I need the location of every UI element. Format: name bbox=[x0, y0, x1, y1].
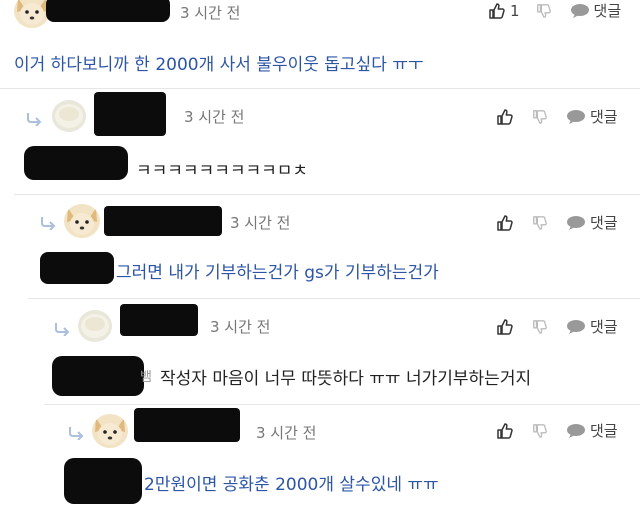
reply-arrow-icon bbox=[69, 427, 84, 440]
redacted-username bbox=[120, 304, 198, 336]
timestamp: 3 시간 전 bbox=[210, 318, 271, 336]
dislike-button[interactable] bbox=[532, 423, 548, 439]
timestamp: 3 시간 전 bbox=[256, 424, 317, 442]
dog-avatar-icon bbox=[95, 418, 125, 445]
comment-text: 이거 하다보니까 한 2000개 사서 불우이웃 돕고싶다 ㅠㅜ bbox=[14, 55, 424, 75]
like-button[interactable] bbox=[496, 318, 514, 336]
speech-bubble-icon bbox=[567, 109, 585, 124]
dog-avatar-icon bbox=[17, 0, 47, 25]
like-button[interactable] bbox=[496, 108, 514, 126]
thumbs-down-icon bbox=[533, 109, 547, 124]
thumbs-up-icon bbox=[497, 318, 513, 335]
comment-5: 3 시간 전 댓글 2만원이면 공화춘 2000개 살수있네 ㅠㅠ bbox=[0, 406, 640, 506]
mention-fragment: 뱀 bbox=[140, 370, 152, 385]
dislike-button[interactable] bbox=[536, 3, 552, 19]
redacted-mention bbox=[24, 146, 128, 180]
like-count: 1 bbox=[510, 1, 520, 20]
like-button[interactable] bbox=[496, 422, 514, 440]
reply-button[interactable]: 댓글 bbox=[566, 420, 618, 441]
redacted-mention bbox=[40, 252, 114, 284]
reply-label: 댓글 bbox=[590, 422, 618, 440]
reply-button[interactable]: 댓글 bbox=[566, 106, 618, 127]
rice-cake-avatar-icon bbox=[55, 104, 83, 128]
avatar[interactable] bbox=[14, 0, 50, 28]
avatar[interactable] bbox=[92, 414, 128, 448]
dislike-button[interactable] bbox=[532, 215, 548, 231]
reply-arrow-icon bbox=[55, 323, 70, 336]
reply-button[interactable]: 댓글 bbox=[566, 212, 618, 233]
speech-bubble-icon bbox=[567, 319, 585, 334]
speech-bubble-icon bbox=[567, 215, 585, 230]
like-button[interactable] bbox=[496, 214, 514, 232]
avatar[interactable] bbox=[78, 310, 112, 342]
thumbs-up-icon bbox=[497, 108, 513, 125]
reply-arrow-icon bbox=[41, 217, 56, 230]
thumbs-down-icon bbox=[536, 3, 551, 18]
timestamp: 3 시간 전 bbox=[180, 4, 241, 22]
comment-text: ㅋㅋㅋㅋㅋㅋㅋㅋㅋㅁㅊ bbox=[136, 161, 309, 181]
avatar[interactable] bbox=[52, 100, 86, 132]
comment-1: 3 시간 전 1 댓글 이거 하다보니까 한 2000개 사서 불우이웃 돕고싶… bbox=[0, 0, 640, 90]
reply-label: 댓글 bbox=[593, 2, 622, 20]
redacted-mention bbox=[52, 356, 144, 396]
comment-3: 3 시간 전 댓글 그러면 내가 기부하는건가 gs가 기부하는건가 bbox=[0, 196, 640, 298]
comment-text: 작성자 마음이 너무 따뜻하다 ㅠㅠ 너가기부하는거지 bbox=[160, 369, 532, 389]
thumbs-up-icon bbox=[497, 422, 513, 439]
dog-avatar-icon bbox=[67, 208, 97, 235]
redacted-username bbox=[134, 408, 240, 442]
comment-actions: 댓글 bbox=[496, 316, 618, 337]
avatar[interactable] bbox=[64, 204, 100, 238]
redacted-username bbox=[46, 0, 170, 22]
speech-bubble-icon bbox=[567, 423, 585, 438]
redacted-mention bbox=[64, 458, 142, 504]
comment-actions: 댓글 bbox=[496, 420, 618, 441]
comment-text: 2만원이면 공화춘 2000개 살수있네 ㅠㅠ bbox=[144, 475, 439, 495]
thumbs-down-icon bbox=[533, 215, 547, 230]
thumbs-up-icon bbox=[497, 214, 513, 231]
dislike-button[interactable] bbox=[532, 109, 548, 125]
thumbs-up-icon bbox=[489, 2, 505, 19]
divider bbox=[14, 194, 640, 195]
redacted-username bbox=[104, 206, 222, 236]
rice-cake-avatar-icon bbox=[81, 314, 109, 338]
reply-arrow-icon bbox=[27, 113, 42, 126]
thumbs-down-icon bbox=[533, 319, 547, 334]
divider bbox=[0, 88, 640, 89]
comment-actions: 1 댓글 bbox=[488, 0, 621, 21]
comment-actions: 댓글 bbox=[496, 212, 618, 233]
comment-4: 3 시간 전 댓글 뱀 작성자 마음이 너무 따뜻하다 ㅠㅠ 너가기부하는거지 bbox=[0, 300, 640, 404]
reply-button[interactable]: 댓글 bbox=[570, 0, 622, 21]
reply-label: 댓글 bbox=[590, 318, 618, 336]
timestamp: 3 시간 전 bbox=[230, 214, 291, 232]
divider bbox=[44, 404, 640, 405]
comment-text: 그러면 내가 기부하는건가 gs가 기부하는건가 bbox=[116, 263, 439, 283]
divider bbox=[28, 298, 640, 299]
comment-actions: 댓글 bbox=[496, 106, 618, 127]
reply-label: 댓글 bbox=[590, 108, 618, 126]
reply-label: 댓글 bbox=[590, 214, 618, 232]
speech-bubble-icon bbox=[570, 3, 589, 18]
comment-2: 3 시간 전 댓글 ㅋㅋㅋㅋㅋㅋㅋㅋㅋㅁㅊ bbox=[0, 90, 640, 194]
reply-button[interactable]: 댓글 bbox=[566, 316, 618, 337]
thumbs-down-icon bbox=[533, 423, 547, 438]
timestamp: 3 시간 전 bbox=[184, 108, 245, 126]
redacted-username bbox=[94, 92, 166, 136]
dislike-button[interactable] bbox=[532, 319, 548, 335]
like-button[interactable]: 1 bbox=[488, 2, 520, 20]
